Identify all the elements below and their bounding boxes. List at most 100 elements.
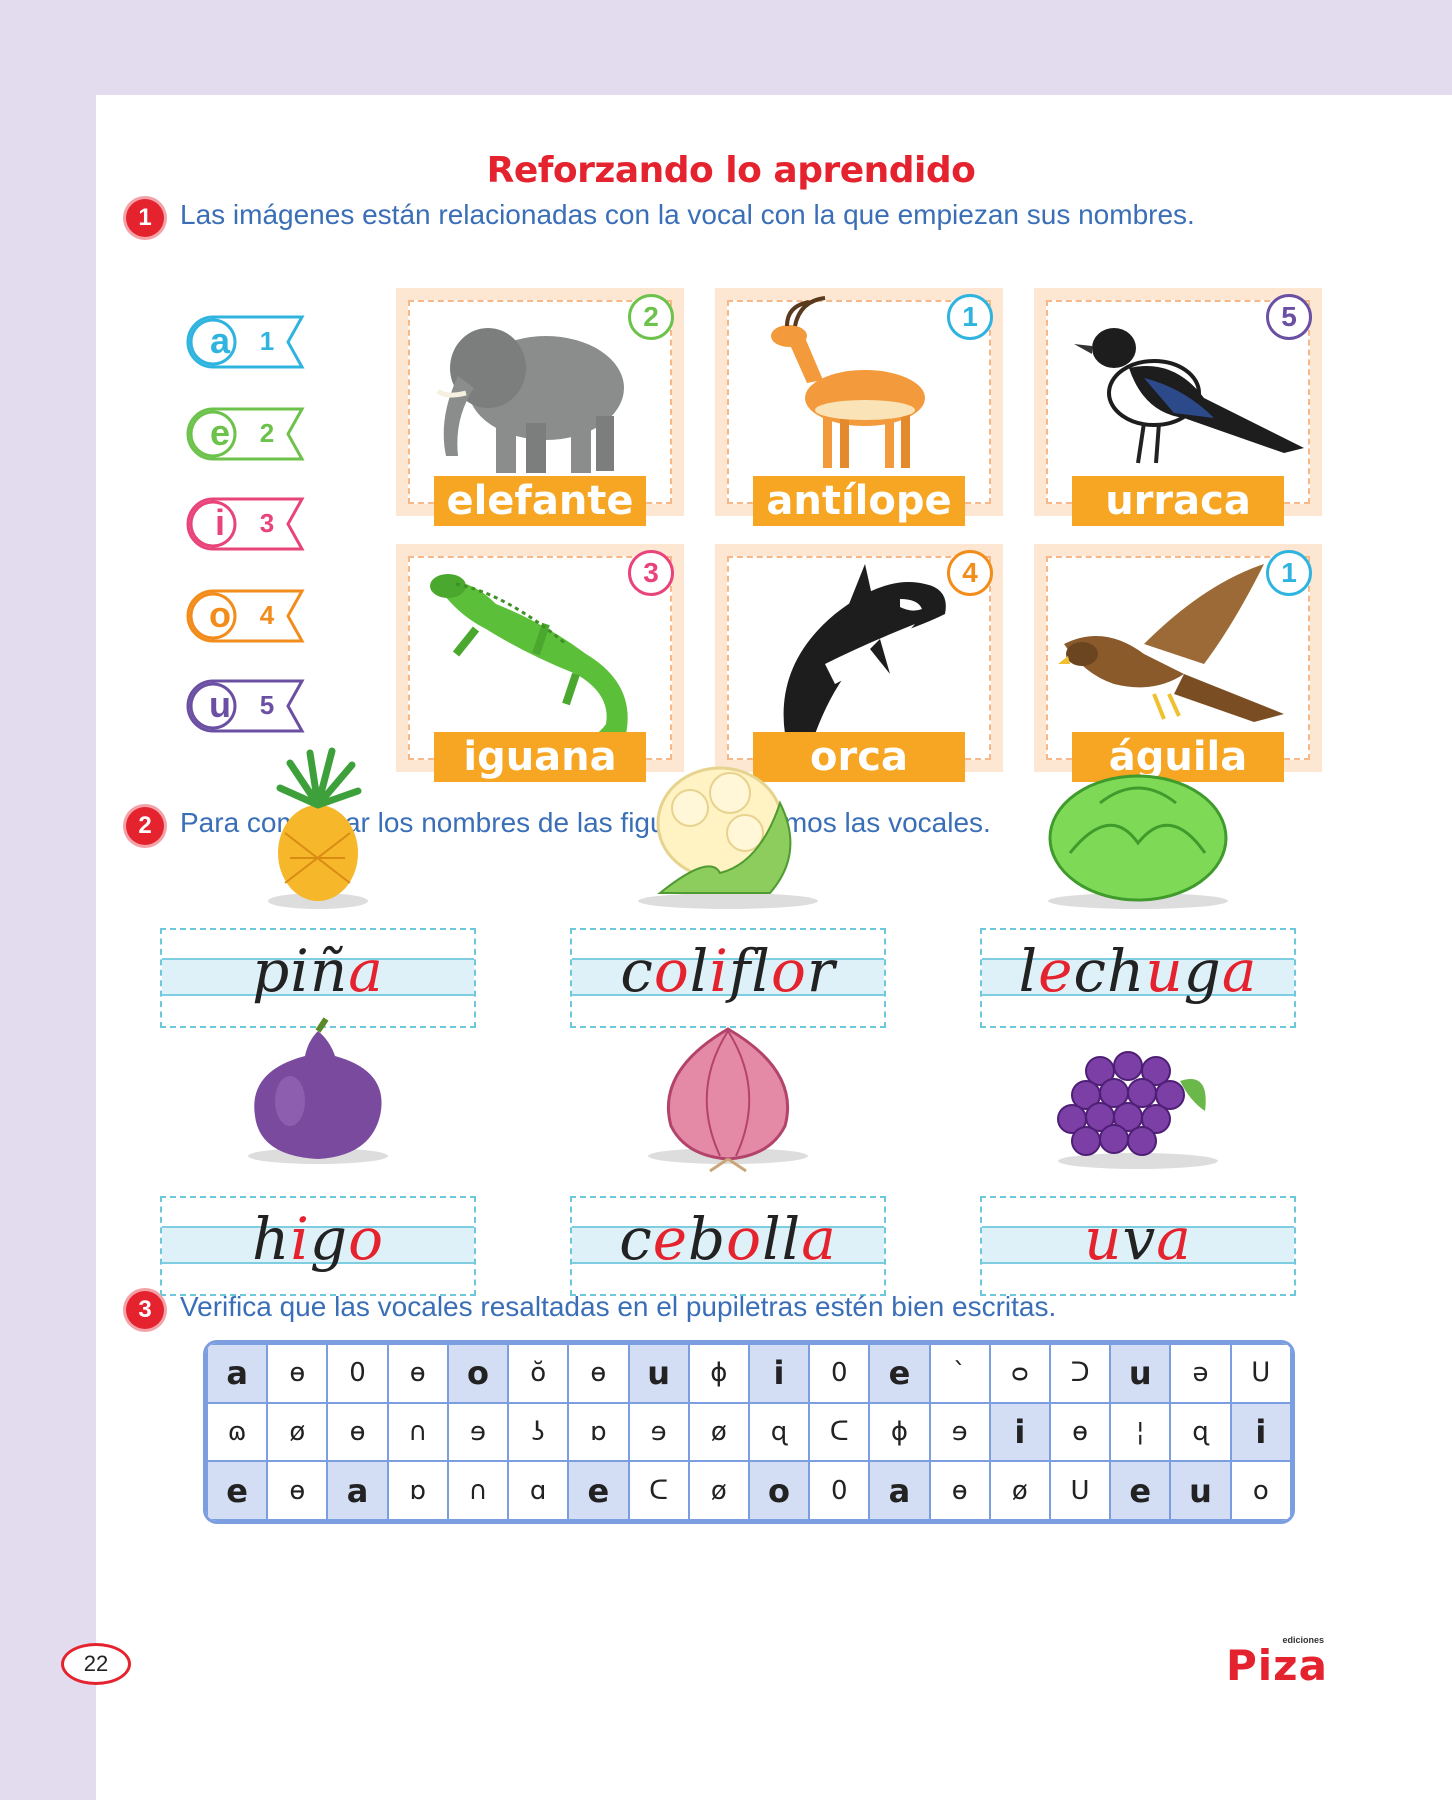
grid-cell: ᑌ — [1229, 1343, 1292, 1404]
grid-cell: ø — [988, 1460, 1051, 1521]
animal-card: 2 elefante — [396, 288, 684, 526]
grid-cell-highlighted: e — [868, 1343, 931, 1404]
grid-cell: ø — [266, 1401, 329, 1463]
handwritten-word: piña — [162, 936, 474, 1006]
page-title: Reforzando lo aprendido — [486, 150, 976, 191]
grid-cell-highlighted: i — [747, 1343, 811, 1404]
grid-cell: ɵ — [326, 1401, 389, 1463]
word-part: o — [653, 937, 690, 1005]
grid-cell: ɸ — [687, 1343, 750, 1404]
grid-cell-highlighted: a — [326, 1460, 389, 1521]
word-part: u — [1145, 937, 1184, 1005]
grid-cell: 0 — [808, 1343, 871, 1404]
word-part: a — [801, 1205, 837, 1273]
lettuce-icon — [980, 743, 1296, 913]
animal-number-badge: 3 — [628, 550, 674, 596]
vowel-number: 5 — [259, 690, 275, 720]
animal-number-badge: 1 — [947, 294, 993, 340]
vowel-tag-o: o4 — [184, 587, 308, 645]
grid-cell-highlighted: i — [988, 1401, 1051, 1463]
grid-cell-highlighted: e — [567, 1460, 630, 1521]
animal-card: 4 orca — [715, 544, 1003, 782]
grid-cell: ˋ — [928, 1343, 991, 1404]
word-part: a — [348, 937, 384, 1005]
grid-cell-highlighted: u — [1109, 1343, 1172, 1404]
vowel-tag-i: i3 — [184, 495, 308, 553]
grid-cell-highlighted: o — [446, 1343, 510, 1404]
word-part: a — [1221, 937, 1258, 1005]
vowel-tag-u: u5 — [184, 677, 308, 735]
word-writing-panel: higo — [160, 1196, 476, 1296]
animal-card: 1 antílope — [715, 288, 1003, 526]
vowel-number: 1 — [259, 326, 275, 356]
grid-cell: ɒ — [386, 1460, 449, 1521]
grid-cell: ɵ — [1048, 1401, 1112, 1463]
grid-cell: ɋ — [1169, 1401, 1232, 1463]
animal-card: 3 iguana — [396, 544, 684, 782]
pineapple-icon — [160, 743, 476, 913]
grid-cell: ɘ — [627, 1401, 690, 1463]
vowel-number: 3 — [259, 508, 275, 538]
publisher-logo: ediciones Piza — [1226, 1635, 1336, 1690]
animal-number-badge: 4 — [947, 550, 993, 596]
word-part: o — [770, 937, 807, 1005]
vowel-letter: e — [209, 412, 231, 453]
word-part: fl — [728, 937, 771, 1005]
animal-name-label: antílope — [753, 476, 965, 526]
grid-cell-highlighted: o — [747, 1460, 811, 1521]
word-part: h — [252, 1205, 291, 1273]
animal-card: 5 urraca — [1034, 288, 1322, 526]
fig-icon — [160, 1011, 476, 1181]
word-part: ñ — [309, 937, 349, 1005]
letter-search-grid: a ɵ 0 ɵ o ŏ ɵ u ɸ i 0 e ˋ ᴑ ᑐ u ə ᑌ ɷ ø ɵ ∩ ɘ ʖ ɒ ɘ ø ɋ ᑕ ɸ ɘ i ɵ ¦ ɋ i e ɵ a ɒ… — [203, 1340, 1295, 1524]
word-part: i — [709, 937, 729, 1005]
vowel-number: 2 — [259, 418, 275, 448]
handwritten-word: coliflor — [572, 936, 884, 1006]
worksheet-page: Reforzando lo aprendido 1 Las imágenes e… — [61, 95, 1452, 1800]
animal-number-badge: 1 — [1266, 550, 1312, 596]
word-part: ch — [1073, 937, 1146, 1005]
word-writing-panel: cebolla — [570, 1196, 886, 1296]
grid-cell-highlighted: u — [627, 1343, 690, 1404]
grid-cell: ∩ — [386, 1401, 449, 1463]
logo-text: Piza — [1226, 1641, 1328, 1690]
animal-number-badge: 5 — [1266, 294, 1312, 340]
grid-row: aɵ0ɵoŏɵuɸi0eˋᴑᑐuəᑌ — [206, 1343, 1292, 1404]
grid-cell-highlighted: i — [1229, 1401, 1292, 1463]
animal-name-label: urraca — [1072, 476, 1284, 526]
question-1-text: Las imágenes están relacionadas con la v… — [180, 199, 1195, 230]
grid-cell: ɒ — [567, 1401, 630, 1463]
handwritten-word: cebolla — [572, 1204, 884, 1274]
vowel-letter: a — [209, 320, 231, 361]
grid-cell: ᴑ — [988, 1343, 1051, 1404]
grid-cell: ∩ — [446, 1460, 510, 1521]
grid-cell: ᑐ — [1048, 1343, 1112, 1404]
word-part: c — [620, 937, 654, 1005]
grid-cell: ᑕ — [627, 1460, 690, 1521]
animal-name-label: elefante — [434, 476, 646, 526]
grid-cell: ɸ — [868, 1401, 931, 1463]
word-part: v — [1122, 1205, 1157, 1273]
grid-cell: ɵ — [266, 1343, 329, 1404]
grid-cell-highlighted: e — [1109, 1460, 1172, 1521]
vowel-tag-e: e2 — [184, 405, 308, 463]
word-part: r — [806, 937, 836, 1005]
word-part: pi — [252, 937, 310, 1005]
handwritten-word: higo — [162, 1204, 474, 1274]
grid-cell: ø — [687, 1460, 750, 1521]
grid-cell: ə — [1169, 1343, 1232, 1404]
grid-cell: ɵ — [386, 1343, 449, 1404]
grid-cell: ɵ — [266, 1460, 329, 1521]
grid-cell-highlighted: u — [1169, 1460, 1232, 1521]
vowel-letter: o — [209, 594, 231, 635]
cauliflower-icon — [570, 743, 886, 913]
word-part: l — [689, 937, 710, 1005]
grid-cell: ɷ — [206, 1401, 269, 1463]
grid-cell-highlighted: a — [206, 1343, 269, 1404]
animal-number-badge: 2 — [628, 294, 674, 340]
grid-cell: ᑕ — [808, 1401, 871, 1463]
word-part: e — [652, 1205, 689, 1273]
word-part: l — [1018, 937, 1039, 1005]
grid-cell: 0 — [326, 1343, 389, 1404]
grid-cell: ɵ — [567, 1343, 630, 1404]
